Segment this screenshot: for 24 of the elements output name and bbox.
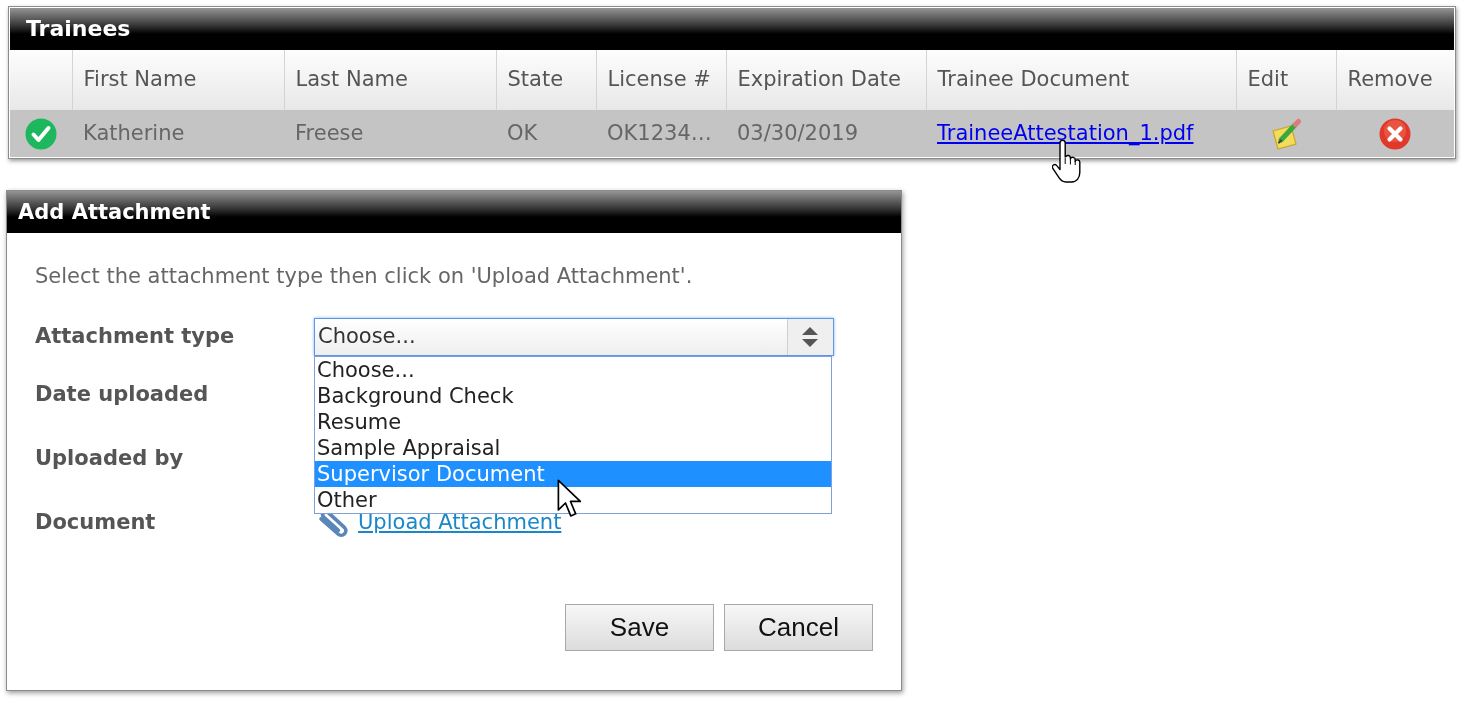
select-field[interactable]: Choose... [314,318,834,356]
table-cell: OK [496,110,596,157]
up-down-arrows-icon [787,319,833,355]
document-link[interactable]: TraineeAttestation_1.pdf [937,120,1194,145]
dropdown-option[interactable]: Background Check [315,383,831,409]
table-cell: 03/30/2019 [726,110,926,157]
table-cell: Katherine [72,110,284,157]
pencil-notepad-icon[interactable] [1270,117,1302,150]
field-label: Attachment type [35,323,236,351]
dropdown-option[interactable]: Other [315,487,831,513]
dropdown-option[interactable]: Resume [315,409,831,435]
table-cell: Freese [284,110,496,157]
cancel-button[interactable]: Cancel [724,604,873,651]
dropdown-option[interactable]: Choose... [315,357,831,383]
dropdown-option[interactable]: Sample Appraisal [315,435,831,461]
dialog-title: Add Attachment [18,199,211,225]
table-cell: OK1234… [596,110,726,157]
x-circle-icon[interactable] [1379,117,1411,150]
instruction-text: Select the attachment type then click on 'Upload Attachment'. [35,263,694,289]
save-button[interactable]: Save [565,604,714,651]
field-label: Document [35,509,157,537]
panel-title: Trainees [26,16,131,42]
field-label: Date uploaded [35,381,210,409]
field-label: Uploaded by [35,445,185,473]
